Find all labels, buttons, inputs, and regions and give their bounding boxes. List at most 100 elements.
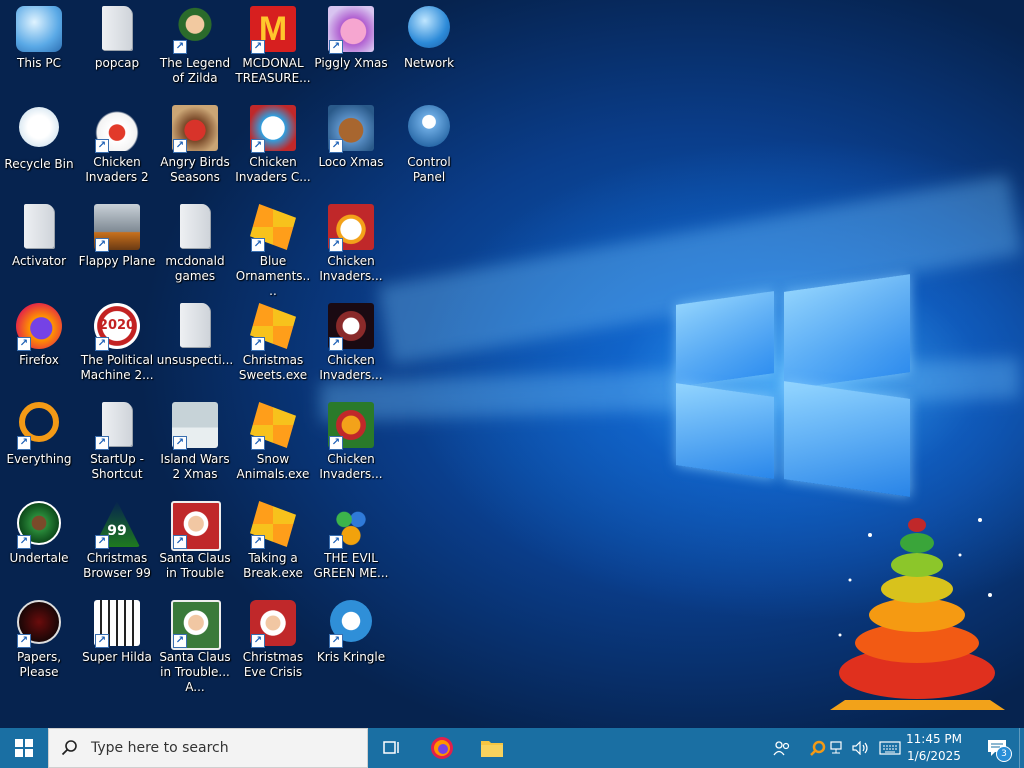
shortcut-arrow-icon: ↗ <box>251 40 265 54</box>
santa-claus-trouble-a-icon[interactable]: ↗ Santa Claus in Trouble... A... <box>156 598 234 695</box>
search-placeholder: Type here to search <box>91 740 229 756</box>
this-pc-icon[interactable]: This PC <box>0 4 78 71</box>
show-desktop-button[interactable] <box>1019 728 1024 768</box>
clock-date: 1/6/2025 <box>907 749 961 763</box>
piggly-xmas-icon[interactable]: ↗ Piggly Xmas <box>312 4 390 71</box>
taking-a-break-icon[interactable]: ↗ Taking a Break.exe <box>234 499 312 581</box>
christmas-sweets-icon[interactable]: ↗ Christmas Sweets.exe <box>234 301 312 383</box>
shortcut-arrow-icon: ↗ <box>173 40 187 54</box>
everything-icon[interactable]: ↗ Everything <box>0 400 78 467</box>
shortcut-arrow-icon: ↗ <box>17 634 31 648</box>
shortcut-arrow-icon: ↗ <box>329 436 343 450</box>
action-center-button[interactable]: 3 <box>980 728 1014 768</box>
wallpaper-pane <box>676 383 774 479</box>
wallpaper-beam <box>319 357 1021 423</box>
network-icon[interactable]: Network <box>390 4 468 71</box>
shortcut-arrow-icon: ↗ <box>95 337 109 351</box>
everything-search-icon <box>810 740 826 756</box>
papers-please-icon[interactable]: ↗ Papers, Please <box>0 598 78 680</box>
firefox-icon <box>431 737 453 759</box>
island-wars-2-icon[interactable]: ↗ Island Wars 2 Xmas <box>156 400 234 482</box>
everything-tray-button[interactable] <box>806 728 830 768</box>
firefox-icon[interactable]: ↗ Firefox <box>0 301 78 368</box>
shortcut-arrow-icon: ↗ <box>251 139 265 153</box>
file-explorer-button[interactable] <box>472 728 512 768</box>
shortcut-arrow-icon: ↗ <box>329 337 343 351</box>
kris-kringle-icon[interactable]: ↗ Kris Kringle <box>312 598 390 665</box>
shortcut-arrow-icon: ↗ <box>251 238 265 252</box>
political-machine-icon[interactable]: 2020 ↗ The Political Machine 2... <box>78 301 156 383</box>
windows-logo-icon <box>15 739 33 757</box>
shortcut-arrow-icon: ↗ <box>329 40 343 54</box>
super-hilda-icon[interactable]: ↗ Super Hilda <box>78 598 156 665</box>
search-icon <box>61 740 77 756</box>
evil-green-me-icon[interactable]: ↗ THE EVIL GREEN ME... <box>312 499 390 581</box>
desktop[interactable]: This PC Recycle Bin Activator ↗ Firefox … <box>0 0 1024 728</box>
shortcut-arrow-icon: ↗ <box>95 139 109 153</box>
shortcut-arrow-icon: ↗ <box>95 436 109 450</box>
shortcut-arrow-icon: ↗ <box>95 238 109 252</box>
mcdonald-games-folder-icon[interactable]: mcdonald games <box>156 202 234 284</box>
people-icon <box>773 741 790 756</box>
keyboard-button[interactable] <box>876 728 904 768</box>
system-tray: 11:45 PM 1/6/2025 3 <box>764 728 1024 768</box>
shortcut-arrow-icon: ↗ <box>251 436 265 450</box>
chicken-invaders-b-icon[interactable]: ↗ Chicken Invaders... <box>312 301 390 383</box>
startup-shortcut-icon[interactable]: ↗ StartUp - Shortcut <box>78 400 156 482</box>
wallpaper-pane <box>784 274 910 390</box>
activator-icon[interactable]: Activator <box>0 202 78 269</box>
taskbar: Type here to search 11:45 PM 1/6/2025 3 <box>0 728 1024 768</box>
network-tray-button[interactable] <box>828 728 848 768</box>
shortcut-arrow-icon: ↗ <box>173 139 187 153</box>
mcdonal-treasure-icon[interactable]: M ↗ MCDONAL TREASURE... <box>234 4 312 86</box>
search-box[interactable]: Type here to search <box>48 728 368 768</box>
recycle-bin-icon[interactable]: Recycle Bin <box>0 103 78 172</box>
shortcut-arrow-icon: ↗ <box>173 436 187 450</box>
speaker-icon <box>852 741 868 755</box>
christmas-eve-crisis-icon[interactable]: ↗ Christmas Eve Crisis <box>234 598 312 680</box>
task-view-icon <box>383 741 399 754</box>
task-view-button[interactable] <box>372 728 412 768</box>
chicken-invaders-d-icon[interactable]: ↗ Chicken Invaders... <box>312 400 390 482</box>
undertale-icon[interactable]: ↗ Undertale <box>0 499 78 566</box>
santa-claus-trouble-icon[interactable]: ↗ Santa Claus in Trouble <box>156 499 234 581</box>
chicken-invaders-a-icon[interactable]: ↗ Chicken Invaders... <box>312 202 390 284</box>
clock-time: 11:45 PM <box>906 732 962 746</box>
christmas-browser-99-icon[interactable]: 99 ↗ Christmas Browser 99 <box>78 499 156 581</box>
shortcut-arrow-icon: ↗ <box>95 634 109 648</box>
firefox-taskbar-button[interactable] <box>422 728 462 768</box>
control-panel-icon[interactable]: Control Panel <box>390 103 468 185</box>
chicken-invaders-c-icon[interactable]: ↗ Chicken Invaders C... <box>234 103 312 185</box>
shortcut-arrow-icon: ↗ <box>17 436 31 450</box>
volume-button[interactable] <box>850 728 872 768</box>
unsuspecti-folder-icon[interactable]: unsuspecti... <box>156 301 234 368</box>
blue-ornaments-icon[interactable]: ↗ Blue Ornaments.... <box>234 202 312 299</box>
shortcut-arrow-icon: ↗ <box>329 238 343 252</box>
shortcut-arrow-icon: ↗ <box>251 337 265 351</box>
wallpaper-pane <box>676 291 774 387</box>
shortcut-arrow-icon: ↗ <box>329 535 343 549</box>
angry-birds-seasons-icon[interactable]: ↗ Angry Birds Seasons <box>156 103 234 185</box>
christmas-tree-decoration <box>830 518 1005 710</box>
flappy-plane-icon[interactable]: ↗ Flappy Plane <box>78 202 156 269</box>
popcap-folder-icon[interactable]: popcap <box>78 4 156 71</box>
snow-animals-icon[interactable]: ↗ Snow Animals.exe <box>234 400 312 482</box>
loco-xmas-icon[interactable]: ↗ Loco Xmas <box>312 103 390 170</box>
shortcut-arrow-icon: ↗ <box>329 634 343 648</box>
network-status-icon <box>830 741 842 754</box>
folder-icon <box>481 741 503 757</box>
chicken-invaders-2-icon[interactable]: ↗ Chicken Invaders 2 <box>78 103 156 185</box>
shortcut-arrow-icon: ↗ <box>251 634 265 648</box>
start-button[interactable] <box>0 728 48 768</box>
shortcut-arrow-icon: ↗ <box>17 337 31 351</box>
shortcut-arrow-icon: ↗ <box>173 634 187 648</box>
shortcut-arrow-icon: ↗ <box>251 535 265 549</box>
shortcut-arrow-icon: ↗ <box>173 535 187 549</box>
clock[interactable]: 11:45 PM 1/6/2025 <box>904 731 964 765</box>
wallpaper-pane <box>784 381 910 497</box>
shortcut-arrow-icon: ↗ <box>17 535 31 549</box>
people-button[interactable] <box>768 728 796 768</box>
keyboard-icon <box>879 741 901 755</box>
legend-of-zilda-icon[interactable]: ↗ The Legend of Zilda <box>156 4 234 86</box>
notification-count-badge: 3 <box>996 746 1012 762</box>
